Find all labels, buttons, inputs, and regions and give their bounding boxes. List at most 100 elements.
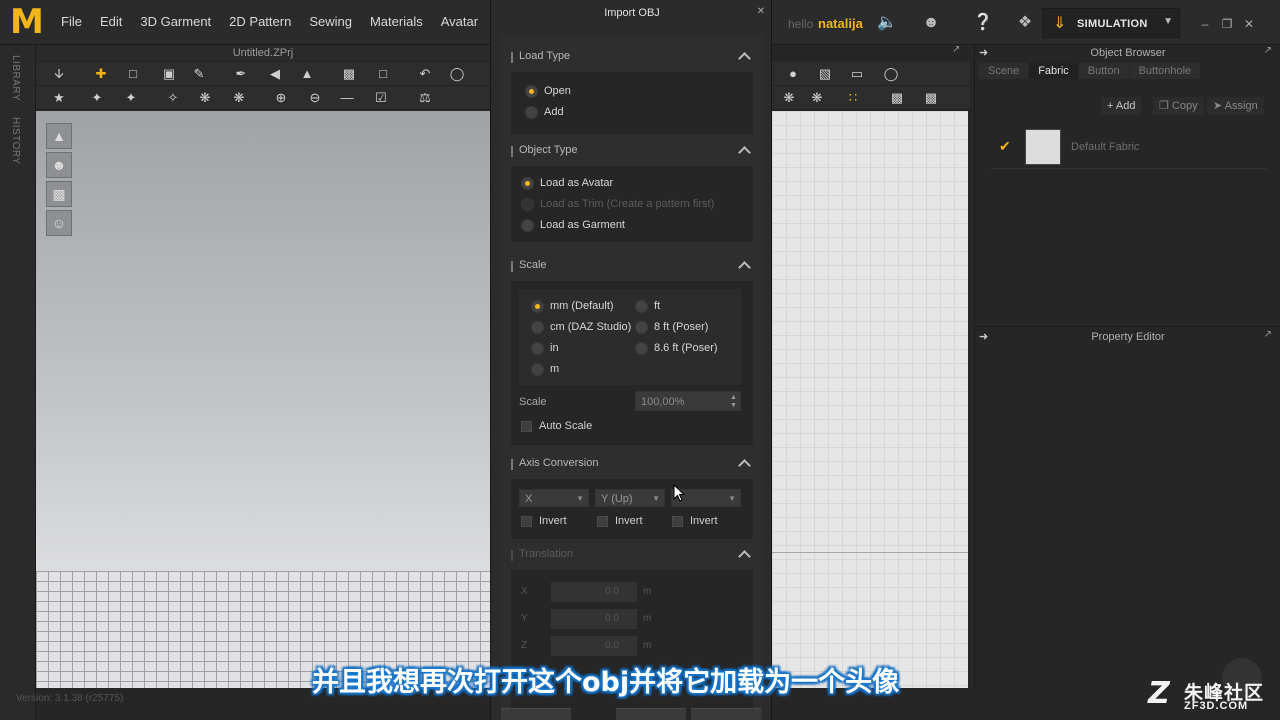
arrow-down-icon[interactable]: 🡫 xyxy=(50,66,68,82)
radio-dot xyxy=(521,219,534,232)
expand-panel-icon[interactable]: ↗ xyxy=(1264,45,1272,56)
maximize-icon[interactable]: ❐ xyxy=(1220,17,1234,31)
close-icon[interactable]: ✕ xyxy=(757,6,765,17)
transform-icon[interactable]: ▣ xyxy=(160,66,178,82)
move-icon[interactable]: ✚ xyxy=(92,66,110,82)
arrow-right-icon[interactable]: ➜ xyxy=(979,330,988,343)
needle-icon[interactable]: ↶ xyxy=(416,66,434,82)
object-browser-tabs: Scene Fabric Button Buttonhole xyxy=(979,63,1201,79)
footer-button[interactable] xyxy=(616,708,686,720)
watermark-url: ZF3D.COM xyxy=(1184,700,1249,712)
buttonhole-icon[interactable]: ⊖ xyxy=(306,90,324,106)
button-icon[interactable]: ⊕ xyxy=(272,90,290,106)
toolbar-3d-top: 🡫 ✚ □ ▣ ✎ ✒ ◀ ▲ ▩ □ ↶ ◯ xyxy=(36,62,490,86)
tab-button[interactable]: Button xyxy=(1078,63,1129,79)
viewport-2d[interactable] xyxy=(772,111,968,688)
show-avatar-icon[interactable]: ☻ xyxy=(46,152,72,178)
chevron-down-icon[interactable]: ▼ xyxy=(1163,16,1173,27)
scale-percent-input[interactable]: 100,00% ▲ ▼ xyxy=(635,391,741,411)
radio-scale-mm-label: mm (Default) xyxy=(550,300,614,312)
texture-view-icon[interactable]: ▩ xyxy=(46,181,72,207)
spin-down-icon[interactable]: ▼ xyxy=(730,402,738,409)
chevron-up-icon[interactable] xyxy=(739,51,751,63)
expand-panel-icon[interactable]: ↗ xyxy=(1264,329,1272,340)
garment-icon[interactable]: ❖ xyxy=(1014,12,1036,34)
tab-history[interactable]: HISTORY xyxy=(10,117,21,165)
sewing-line-icon[interactable]: ✧ xyxy=(164,90,182,106)
object-type-header[interactable]: Object Type xyxy=(511,140,753,162)
spin-up-icon[interactable]: ▲ xyxy=(730,394,738,401)
texture-icon[interactable]: ❋ xyxy=(230,90,248,106)
zipper-icon[interactable]: ☑ xyxy=(372,90,390,106)
close-icon[interactable]: ✕ xyxy=(1242,17,1256,31)
username[interactable]: natalija xyxy=(818,16,863,31)
tab-scene[interactable]: Scene xyxy=(979,63,1029,79)
loop-icon[interactable]: ◯ xyxy=(448,66,466,82)
copy-fabric-button[interactable]: ❐ Copy xyxy=(1153,97,1204,115)
menu-avatar[interactable]: Avatar xyxy=(432,14,487,29)
line-icon[interactable]: — xyxy=(338,90,356,106)
menu-2d-pattern[interactable]: 2D Pattern xyxy=(220,14,300,29)
chevron-up-icon[interactable] xyxy=(739,549,751,561)
property-editor-title: Property Editor xyxy=(1091,331,1165,343)
shirt-arrange-icon[interactable]: ▩ xyxy=(340,66,358,82)
assign-fabric-button[interactable]: ➤ Assign xyxy=(1207,97,1264,115)
rectangle-icon[interactable]: ▭ xyxy=(848,66,866,82)
menu-sewing[interactable]: Sewing xyxy=(300,14,361,29)
viewport-3d[interactable]: ▲ ☻ ▩ ☺ xyxy=(36,111,490,688)
user-icon[interactable]: ☻ xyxy=(920,12,942,34)
avatar-pose-icon[interactable]: ★ xyxy=(50,90,68,106)
folder-icon[interactable]: ▧ xyxy=(816,66,834,82)
simulation-toggle[interactable]: ⇓ SIMULATION ▼ xyxy=(1042,8,1180,38)
points-icon[interactable]: ∷ xyxy=(844,90,862,106)
button-pattern-icon[interactable]: ❋ xyxy=(196,90,214,106)
axis-x-select[interactable]: X ▼ xyxy=(519,489,589,507)
grade-icon[interactable]: ❋ xyxy=(808,90,826,106)
edit-icon[interactable]: ✎ xyxy=(190,66,208,82)
tab-fabric[interactable]: Fabric xyxy=(1029,63,1078,79)
chevron-up-icon[interactable] xyxy=(739,145,751,157)
chevron-up-icon[interactable] xyxy=(739,260,751,272)
tack-icon[interactable]: ✦ xyxy=(122,90,140,106)
translation-header[interactable]: Translation xyxy=(511,544,753,566)
select-box-icon[interactable]: □ xyxy=(124,66,142,82)
translation-y-input: 0.0 xyxy=(551,609,637,629)
section-marker xyxy=(511,459,513,470)
trace-icon[interactable]: ▩ xyxy=(888,90,906,106)
axis-y-select[interactable]: Y (Up) ▼ xyxy=(595,489,665,507)
circle-icon[interactable]: ● xyxy=(784,66,802,82)
chevron-up-icon[interactable] xyxy=(739,458,751,470)
pencil-icon[interactable]: ✒ xyxy=(232,66,250,82)
pattern-icon[interactable]: ❋ xyxy=(780,90,798,106)
menu-file[interactable]: File xyxy=(52,14,91,29)
dialog-body: Load Type Open Add Object Type Load as A… xyxy=(501,36,763,720)
shirt-icon[interactable]: ▲ xyxy=(298,66,316,82)
fold-icon[interactable]: ◀ xyxy=(266,66,284,82)
load-type-header[interactable]: Load Type xyxy=(511,46,753,68)
show-garment-icon[interactable]: ▲ xyxy=(46,123,72,149)
radio-load-as-trim-label: Load as Trim (Create a pattern first) xyxy=(540,198,715,210)
tab-buttonhole[interactable]: Buttonhole xyxy=(1129,63,1201,79)
add-fabric-button[interactable]: + Add xyxy=(1101,97,1142,115)
arrow-right-icon[interactable]: ➜ xyxy=(979,46,988,59)
minimize-icon[interactable]: – xyxy=(1198,17,1212,31)
axis-conversion-header[interactable]: Axis Conversion xyxy=(511,453,753,475)
avatar-silhouette-icon[interactable]: ☺ xyxy=(46,210,72,236)
tab-library[interactable]: LIBRARY xyxy=(10,55,21,101)
footer-button[interactable] xyxy=(691,708,761,720)
expand-2d-icon[interactable]: ↗ xyxy=(952,44,960,55)
list-item[interactable]: ✔ Default Fabric xyxy=(991,127,1267,169)
menu-materials[interactable]: Materials xyxy=(361,14,432,29)
menu-3d-garment[interactable]: 3D Garment xyxy=(131,14,220,29)
menu-edit[interactable]: Edit xyxy=(91,14,131,29)
pin-icon[interactable]: ✦ xyxy=(88,90,106,106)
garment-fit-icon[interactable]: □ xyxy=(374,66,392,82)
measure-icon[interactable]: ⚖ xyxy=(416,90,434,106)
invert-x-label: Invert xyxy=(539,515,567,527)
speaker-icon[interactable]: 🔈 xyxy=(876,12,898,34)
ellipse-icon[interactable]: ◯ xyxy=(882,66,900,82)
scale-header[interactable]: Scale xyxy=(511,255,753,277)
grid-select-icon[interactable]: ▩ xyxy=(922,90,940,106)
footer-button[interactable] xyxy=(501,708,571,720)
help-icon[interactable]: ❔ xyxy=(972,12,994,34)
